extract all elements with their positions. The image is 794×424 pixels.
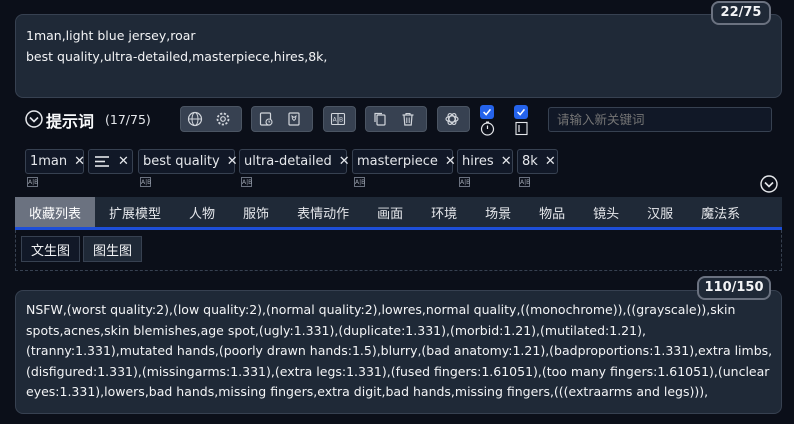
tag-chip[interactable]: hires ✕ xyxy=(457,149,513,174)
prompt-token-count: (17/75) xyxy=(105,112,151,127)
expand-chevron-icon[interactable] xyxy=(760,175,778,193)
tag-chip[interactable]: ultra-detailed ✕ xyxy=(239,149,350,174)
positive-prompt-box[interactable]: 1man,light blue jersey,roar best quality… xyxy=(15,14,782,98)
gear-icon[interactable] xyxy=(209,107,237,131)
close-icon[interactable]: ✕ xyxy=(74,154,85,169)
timer-icon xyxy=(480,121,495,136)
new-keyword-input[interactable] xyxy=(548,107,772,132)
tab-items[interactable]: 物品 xyxy=(525,197,579,227)
tab-magic[interactable]: 魔法系 xyxy=(687,197,754,227)
svg-text:A: A xyxy=(333,117,338,124)
category-tabs: 收藏列表 扩展模型 人物 服饰 表情动作 画面 环境 场景 物品 镜头 汉服 魔… xyxy=(15,197,782,227)
translate-settings-group xyxy=(180,106,242,132)
negative-prompt-text[interactable]: NSFW,(worst quality:2),(low quality:2),(… xyxy=(26,300,778,403)
tab-characters[interactable]: 人物 xyxy=(175,197,229,227)
tag-translate-icon[interactable]: A|B xyxy=(459,177,470,187)
tag-label: best quality xyxy=(143,154,220,169)
subtab-img2img[interactable]: 图生图 xyxy=(83,236,143,262)
tab-expressions[interactable]: 表情动作 xyxy=(283,197,363,227)
trash-icon[interactable] xyxy=(394,107,422,131)
svg-text:B: B xyxy=(339,117,343,124)
tag-label: masterpiece xyxy=(357,154,438,169)
tab-extension-models[interactable]: 扩展模型 xyxy=(95,197,175,227)
tag-label: 8k xyxy=(522,154,538,169)
tag-translate-icon[interactable]: A|B xyxy=(140,177,151,187)
tag-chip[interactable]: 1man ✕ xyxy=(25,149,85,174)
subtab-txt2img[interactable]: 文生图 xyxy=(21,236,81,262)
tag-translate-icon[interactable]: A|B xyxy=(241,177,252,187)
negative-token-counter: 110/150 xyxy=(697,276,771,300)
tab-camera[interactable]: 镜头 xyxy=(579,197,633,227)
chatgpt-group xyxy=(437,106,470,132)
globe-icon[interactable] xyxy=(181,107,209,131)
positive-token-counter: 22/75 xyxy=(711,1,771,25)
translate-all-group: AB xyxy=(323,106,356,132)
tag-translate-icon[interactable]: A|B xyxy=(519,177,530,187)
tag-chip[interactable]: best quality ✕ xyxy=(138,149,238,174)
tag-label: ultra-detailed xyxy=(244,154,332,169)
copy-delete-group xyxy=(365,106,427,132)
tab-environment[interactable]: 环境 xyxy=(417,197,471,227)
tab-hanfu[interactable]: 汉服 xyxy=(633,197,687,227)
prompt-section-label: 提示词 xyxy=(46,112,95,131)
append-mode-checkbox[interactable] xyxy=(514,105,528,119)
tag-translate-icon[interactable]: A|B xyxy=(27,177,38,187)
tag-chip[interactable]: 8k ✕ xyxy=(517,149,558,174)
translate-icon[interactable]: AB xyxy=(324,107,352,131)
close-icon[interactable]: ✕ xyxy=(545,154,556,169)
history-icon[interactable] xyxy=(252,107,280,131)
tag-label: hires xyxy=(462,154,494,169)
history-favorite-group xyxy=(251,106,313,132)
tab-composition[interactable]: 画面 xyxy=(363,197,417,227)
close-icon[interactable]: ✕ xyxy=(339,154,350,169)
wrap-lines-icon xyxy=(93,154,111,169)
copy-icon[interactable] xyxy=(366,107,394,131)
negative-prompt-box[interactable]: NSFW,(worst quality:2),(low quality:2),(… xyxy=(15,290,782,414)
tag-chip-collapsed[interactable]: ✕ xyxy=(88,149,133,174)
tab-scenes[interactable]: 场景 xyxy=(471,197,525,227)
close-icon[interactable]: ✕ xyxy=(118,154,129,169)
tag-label: 1man xyxy=(30,154,68,169)
close-icon[interactable]: ✕ xyxy=(227,154,238,169)
bracket-icon xyxy=(514,121,529,136)
tag-chip[interactable]: masterpiece ✕ xyxy=(352,149,456,174)
tab-clothing[interactable]: 服饰 xyxy=(229,197,283,227)
auto-translate-checkbox[interactable] xyxy=(480,105,494,119)
close-icon[interactable]: ✕ xyxy=(445,154,456,169)
openai-icon[interactable] xyxy=(438,107,466,131)
tab-favorites[interactable]: 收藏列表 xyxy=(15,197,96,227)
close-icon[interactable]: ✕ xyxy=(501,154,512,169)
positive-prompt-text[interactable]: 1man,light blue jersey,roar best quality… xyxy=(26,25,771,67)
collapse-toggle-icon[interactable] xyxy=(25,110,43,128)
bookmark-icon[interactable] xyxy=(280,107,308,131)
tag-translate-icon[interactable]: A|B xyxy=(354,177,365,187)
